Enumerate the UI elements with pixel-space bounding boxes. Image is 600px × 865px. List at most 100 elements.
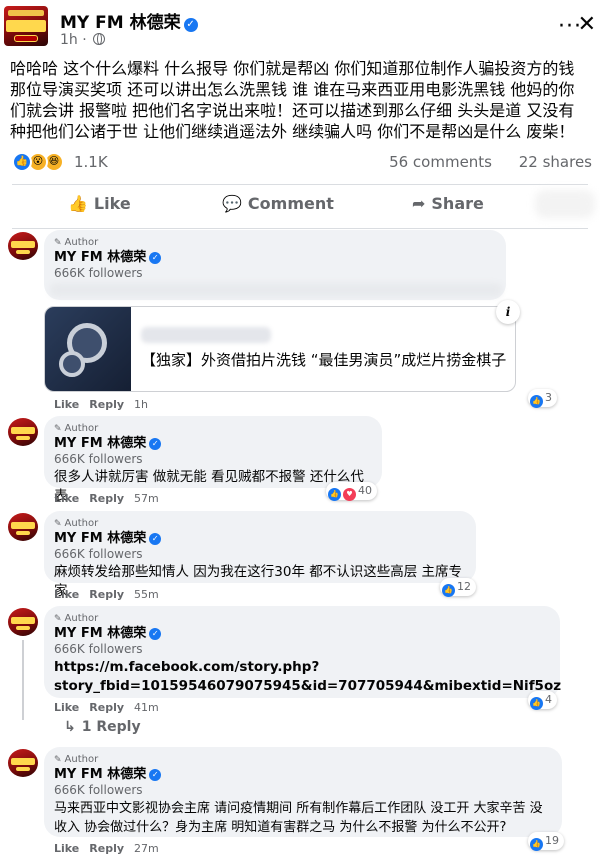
pencil-icon: ✎ bbox=[54, 755, 62, 765]
comment-reply-button[interactable]: Reply bbox=[89, 701, 124, 714]
post-text: 哈哈哈 这个什么爆料 什么报导 你们就是帮凶 你们知道那位制作人骗投资方的钱 那… bbox=[10, 59, 575, 141]
verified-badge-icon: ✓ bbox=[149, 438, 162, 450]
comment-followers: 666K followers bbox=[54, 452, 143, 466]
pencil-icon: ✎ bbox=[54, 424, 62, 434]
like-reaction-icon: 👍 bbox=[442, 584, 455, 597]
shares-count[interactable]: 22 shares bbox=[519, 153, 592, 171]
like-reaction-icon: 👍 bbox=[530, 395, 543, 408]
blurred-region bbox=[50, 283, 502, 297]
blurred-region bbox=[535, 190, 595, 218]
author-tag: ✎ Author bbox=[54, 613, 99, 624]
comment-reaction-count[interactable]: 👍 3 bbox=[528, 389, 557, 408]
verified-badge-icon: ✓ bbox=[149, 628, 162, 640]
like-reaction-icon: 👍 bbox=[328, 488, 341, 501]
reactions-summary[interactable]: 👍 😮 😆 1.1K 56 comments 22 shares bbox=[12, 150, 592, 176]
comment-button[interactable]: 💬 Comment bbox=[222, 194, 334, 213]
comment-actions: Like Reply 27m bbox=[54, 842, 159, 855]
like-reaction-icon: 👍 bbox=[530, 697, 543, 710]
author-tag: ✎ Author bbox=[54, 518, 99, 529]
comment-bubble-icon: 💬 bbox=[222, 194, 242, 213]
comment-reaction-count[interactable]: 👍 ♥ 40 bbox=[326, 482, 377, 501]
divider bbox=[12, 228, 588, 229]
comment-author-name[interactable]: MY FM 林德荣 ✓ bbox=[54, 530, 464, 547]
comment-actions: Like Reply 57m bbox=[54, 492, 159, 505]
page-name[interactable]: MY FM 林德荣 ✓ bbox=[60, 8, 198, 33]
like-button-label: Like bbox=[93, 194, 131, 213]
comment-time[interactable]: 27m bbox=[134, 842, 159, 855]
divider bbox=[12, 184, 588, 185]
globe-icon bbox=[93, 33, 106, 45]
comment-reply-button[interactable]: Reply bbox=[89, 398, 124, 411]
pencil-icon: ✎ bbox=[54, 238, 62, 248]
link-thumbnail bbox=[45, 307, 131, 391]
author-tag: ✎ Author bbox=[54, 423, 99, 434]
comment-like-button[interactable]: Like bbox=[54, 701, 79, 714]
comment-reply-button[interactable]: Reply bbox=[89, 492, 124, 505]
comment-avatar[interactable] bbox=[8, 513, 38, 541]
comment-reply-button[interactable]: Reply bbox=[89, 588, 124, 601]
comment-bubble: ✎ Author MY FM 林德荣 ✓ 666K followers https:… bbox=[44, 606, 561, 698]
thread-line bbox=[22, 640, 24, 720]
comment-bubble: ✎ Author MY FM 林德荣 ✓ 666K followers 麻烦转发给那… bbox=[44, 511, 476, 599]
post-header: MY FM 林德荣 ✓ 1h · ··· ✕ bbox=[0, 0, 600, 56]
comment-author-name[interactable]: MY FM 林德荣 ✓ bbox=[54, 766, 550, 783]
verified-badge-icon: ✓ bbox=[149, 533, 162, 545]
comment-reaction-count[interactable]: 👍 19 bbox=[528, 832, 564, 851]
comment-followers: 666K followers bbox=[54, 783, 143, 797]
pencil-icon: ✎ bbox=[54, 519, 62, 529]
info-icon[interactable]: i bbox=[496, 300, 520, 324]
comment-time[interactable]: 57m bbox=[134, 492, 159, 505]
verified-badge-icon: ✓ bbox=[149, 252, 162, 264]
comment-author-name[interactable]: MY FM 林德荣 ✓ bbox=[54, 435, 370, 452]
share-arrow-icon: ➦ bbox=[412, 194, 426, 213]
author-tag: ✎ Author bbox=[54, 237, 99, 248]
comment-avatar[interactable] bbox=[8, 749, 38, 777]
verified-badge-icon: ✓ bbox=[149, 769, 162, 781]
comment-time[interactable]: 55m bbox=[134, 588, 159, 601]
comment-actions: Like Reply 1h bbox=[54, 398, 148, 411]
comment-like-button[interactable]: Like bbox=[54, 492, 79, 505]
comment-reaction-count[interactable]: 👍 4 bbox=[528, 691, 557, 710]
comment-time[interactable]: 41m bbox=[134, 701, 159, 714]
comment-button-label: Comment bbox=[247, 194, 334, 213]
comment-avatar[interactable] bbox=[8, 232, 38, 260]
like-reaction-icon: 👍 bbox=[12, 152, 32, 172]
post-time[interactable]: 1h bbox=[60, 32, 78, 48]
comment-author-name[interactable]: MY FM 林德荣 ✓ bbox=[54, 625, 548, 642]
like-button[interactable]: 👍 Like bbox=[68, 194, 131, 213]
link-domain bbox=[141, 327, 271, 343]
verified-badge-icon: ✓ bbox=[183, 18, 198, 32]
share-button[interactable]: ➦ Share bbox=[412, 194, 484, 213]
comment-like-button[interactable]: Like bbox=[54, 588, 79, 601]
reply-arrow-icon: ↳ bbox=[64, 719, 76, 735]
like-reaction-icon: 👍 bbox=[530, 838, 543, 851]
comment-bubble: ✎ Author MY FM 林德荣 ✓ 666K followers 很多人讲就厉… bbox=[44, 416, 382, 504]
comment-avatar[interactable] bbox=[8, 608, 38, 636]
link-preview-card[interactable]: 【独家】外资借拍片洗钱 “最佳男演员”成烂片捞金棋子 bbox=[44, 306, 516, 392]
close-icon[interactable]: ✕ bbox=[578, 12, 596, 37]
comment-text: 马来西亚中文影视协会主席 请问疫情期间 所有制作幕后工作团队 没工开 大家辛苦 … bbox=[54, 801, 543, 835]
page-avatar[interactable] bbox=[4, 6, 48, 46]
comment-like-button[interactable]: Like bbox=[54, 398, 79, 411]
comment-author-name[interactable]: MY FM 林德荣 ✓ bbox=[54, 249, 494, 266]
link-title[interactable]: 【独家】外资借拍片洗钱 “最佳男演员”成烂片捞金棋子 bbox=[141, 349, 506, 370]
reaction-count[interactable]: 1.1K bbox=[74, 153, 108, 171]
comment-followers: 666K followers bbox=[54, 642, 143, 656]
page-name-text[interactable]: MY FM 林德荣 bbox=[60, 13, 181, 33]
pencil-icon: ✎ bbox=[54, 614, 62, 624]
comment-actions: Like Reply 55m bbox=[54, 588, 159, 601]
comment-time[interactable]: 1h bbox=[134, 398, 148, 411]
comment-avatar[interactable] bbox=[8, 418, 38, 446]
action-bar: 👍 Like 💬 Comment ➦ Share bbox=[12, 186, 588, 226]
post-meta: 1h · bbox=[60, 32, 106, 48]
comment-link-text[interactable]: https://m.facebook.com/story.php? story_… bbox=[54, 658, 561, 696]
view-replies-link[interactable]: ↳ 1 Reply bbox=[64, 719, 141, 735]
heart-reaction-icon: ♥ bbox=[343, 488, 356, 501]
thumbs-up-icon: 👍 bbox=[68, 194, 88, 213]
comment-reply-button[interactable]: Reply bbox=[89, 842, 124, 855]
comments-count[interactable]: 56 comments bbox=[389, 153, 492, 171]
comment-followers: 666K followers bbox=[54, 547, 143, 561]
comment-like-button[interactable]: Like bbox=[54, 842, 79, 855]
comment-reaction-count[interactable]: 👍 12 bbox=[440, 578, 476, 597]
comment-actions: Like Reply 41m bbox=[54, 701, 159, 714]
